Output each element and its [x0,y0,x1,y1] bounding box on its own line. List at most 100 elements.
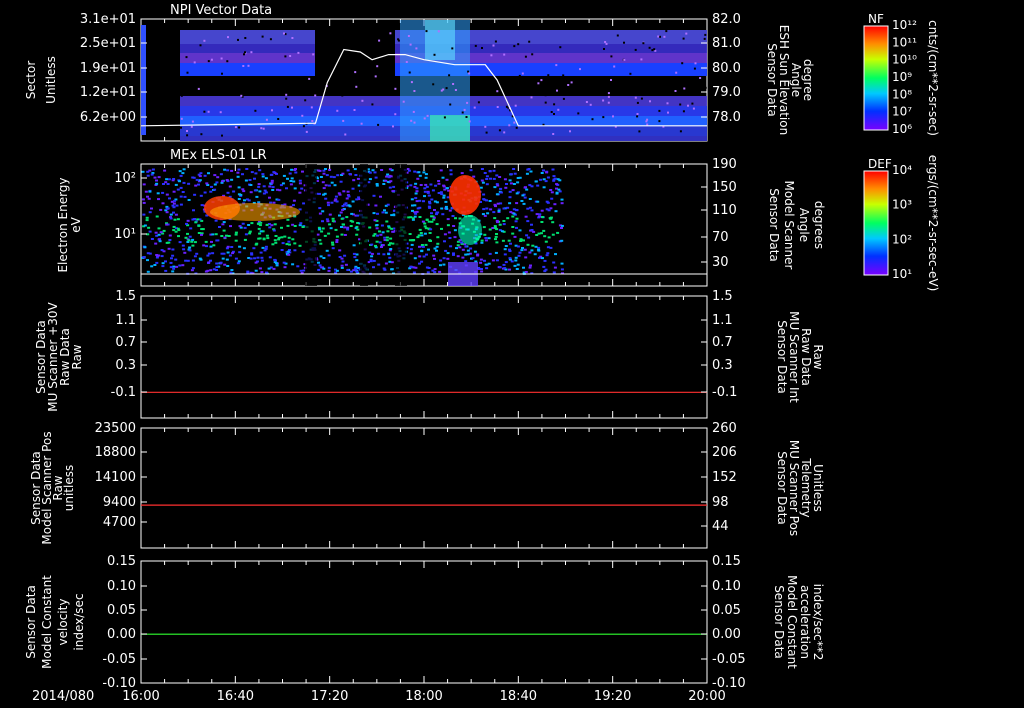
colorbar-tick: 10¹¹ [892,35,917,49]
heatmap-speckle [297,51,300,54]
heatmap-speckle [301,114,304,117]
heatmap-speckle [665,30,668,33]
heatmap-cell [220,252,224,255]
heatmap-cell [270,181,274,184]
heatmap-cell [191,244,195,247]
y-tick-label-left: 1.2e+01 [80,85,136,100]
heatmap-cell [424,173,428,176]
heatmap-cell [327,254,331,257]
heatmap-speckle [378,39,381,42]
heatmap-cell [516,245,520,248]
heatmap-speckle [682,37,685,40]
heatmap-speckle [607,92,610,95]
heatmap-cell [173,218,177,221]
heatmap-cell [464,245,468,248]
heatmap-cell [183,251,187,254]
heatmap-cell [372,266,375,269]
heatmap-cell [528,251,532,254]
heatmap-cell [331,220,335,223]
heatmap-speckle [663,35,666,38]
heatmap-cell [493,203,497,206]
heatmap-speckle [704,33,707,36]
heatmap-cell [506,206,510,209]
heatmap-cell [372,259,376,262]
heatmap-cell [318,192,321,195]
heatmap-speckle [405,61,408,63]
heatmap-cell [272,201,276,204]
heatmap-cell [221,257,225,260]
heatmap-cell [228,185,232,188]
colorbar-tick: 10⁸ [892,87,912,101]
heatmap-cell [215,269,218,271]
heatmap-cell [174,230,178,233]
heatmap-cell [499,191,503,194]
heatmap-cell [341,260,345,263]
heatmap-cell [212,244,216,247]
heatmap-cell [443,240,446,243]
heatmap-cell [487,262,491,265]
heatmap-cell [554,253,557,256]
heatmap-cell [480,168,484,170]
heatmap-speckle [409,43,412,46]
heatmap-cell [479,186,483,189]
colorbar-label: DEF [868,157,892,171]
heatmap-cell [422,171,426,174]
heatmap-cell [354,268,358,271]
heatmap-cell [203,174,207,177]
heatmap-cell [215,262,219,265]
heatmap-cell [445,207,449,210]
heatmap-speckle [603,48,605,50]
heatmap-cell [414,192,418,195]
heatmap-cell [510,260,514,263]
heatmap-cell [259,251,263,254]
y-tick-label-right: 190 [712,157,737,172]
heatmap-cell [515,202,519,205]
heatmap-cell [425,253,428,256]
heatmap-cell [160,249,164,252]
heatmap-cell [553,266,557,269]
heatmap-cell [261,246,265,249]
y-tick-label-left: 10¹ [114,227,136,242]
heatmap-cell [549,217,553,220]
heatmap-cell [480,179,484,182]
panel-1-heatmap [141,20,707,141]
heatmap-cell [498,176,502,178]
heatmap-cell [495,174,499,177]
heatmap-speckle [605,42,608,45]
heatmap-speckle [345,30,348,33]
heatmap-cell [446,218,450,221]
heatmap-cell [494,238,497,241]
heatmap-cell [353,256,357,259]
heatmap-cell [512,183,516,185]
heatmap-cell [280,249,284,251]
heatmap-cell [261,173,265,176]
heatmap-cell [528,206,532,209]
heatmap-cell [253,189,257,192]
heatmap-cell [437,182,441,185]
heatmap-speckle [394,87,397,90]
heatmap-cell [181,244,185,247]
heatmap-speckle [445,87,448,90]
y-tick-label-right: 0.3 [712,358,733,373]
heatmap-speckle [237,38,239,41]
y-axis-label-left: eV [69,216,83,232]
heatmap-cell [325,249,329,252]
heatmap-cell [293,225,297,227]
heatmap-cell [286,177,289,180]
heatmap-cell [422,255,426,258]
heatmap-cell [487,237,491,240]
x-tick-label: 16:00 [122,689,159,704]
heatmap-cell [485,183,489,186]
heatmap-cell [291,223,295,226]
heatmap-cell [385,236,389,239]
heatmap-cell [215,181,219,184]
heatmap-cell [435,249,438,252]
heatmap-cell [293,242,297,245]
heatmap-cell [209,269,213,272]
heatmap-cell [232,190,236,193]
heatmap-cell [165,223,169,226]
heatmap-cell [488,170,492,172]
heatmap-cell [434,184,438,187]
heatmap-speckle [640,58,643,61]
heatmap-cell [148,190,152,193]
